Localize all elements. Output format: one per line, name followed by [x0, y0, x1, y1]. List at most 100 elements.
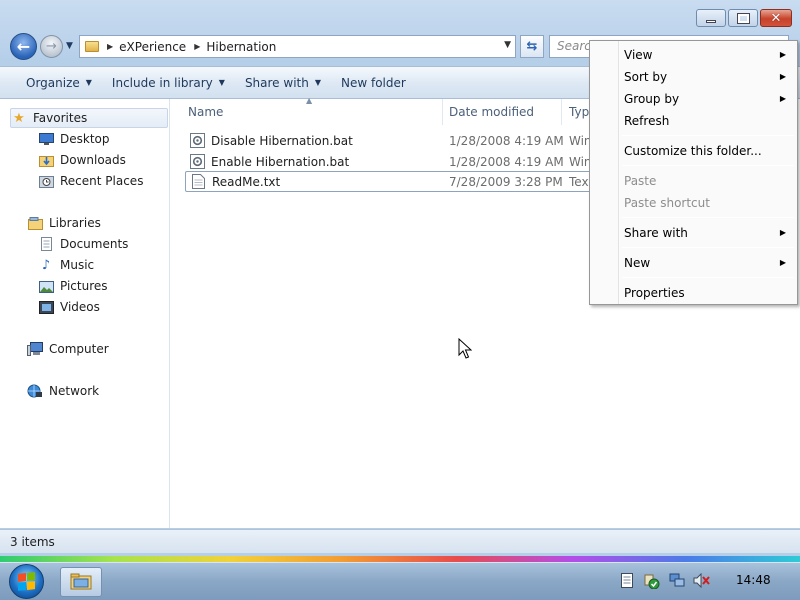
file-date-modified: 7/28/2009 3:28 PM [449, 174, 563, 189]
windows-logo-icon [18, 572, 35, 591]
nav-item-videos[interactable]: Videos [38, 297, 100, 317]
nav-item-desktop[interactable]: Desktop [38, 129, 110, 149]
network-icon [27, 383, 43, 399]
column-header-date-modified[interactable]: Date modified [442, 99, 562, 125]
nav-label: Favorites [33, 111, 88, 125]
menu-item-group-by[interactable]: Group by ▶ [624, 89, 794, 109]
pictures-icon [38, 278, 54, 294]
explorer-folder-icon [70, 572, 92, 593]
nav-item-recent-places[interactable]: Recent Places [38, 171, 143, 191]
document-tray-icon[interactable] [618, 572, 635, 589]
start-button[interactable] [9, 564, 44, 599]
chevron-right-icon[interactable]: ▶ [107, 42, 113, 51]
maximize-button[interactable] [728, 9, 758, 27]
downloads-folder-icon [38, 152, 54, 168]
videos-icon [38, 299, 54, 315]
nav-item-downloads[interactable]: Downloads [38, 150, 126, 170]
taskbar: 14:48 [0, 562, 800, 600]
minimize-icon [706, 19, 716, 23]
nav-label: Computer [49, 342, 109, 356]
organize-label: Organize [26, 75, 80, 90]
nav-label: Network [49, 384, 100, 398]
menu-item-refresh[interactable]: Refresh [624, 111, 794, 131]
new-folder-button[interactable]: New folder [331, 71, 416, 95]
column-header-name[interactable]: Name [181, 99, 443, 125]
star-icon: ★ [13, 110, 25, 126]
address-bar[interactable]: ▶ eXPerience ▶ Hibernation ▼ [79, 35, 516, 58]
libraries-icon [27, 215, 43, 231]
desktop-icon [38, 131, 54, 147]
nav-item-computer[interactable]: Computer [27, 339, 109, 359]
menu-label: Share with [624, 226, 688, 240]
organize-button[interactable]: Organize ▼ [16, 71, 102, 95]
nav-label: Desktop [60, 132, 110, 146]
nav-item-favorites[interactable]: ★ Favorites [10, 108, 168, 128]
menu-label: Refresh [624, 114, 670, 128]
breadcrumb-experience[interactable]: eXPerience [119, 40, 186, 54]
file-name: Enable Hibernation.bat [211, 154, 350, 169]
forward-button[interactable]: → [40, 35, 63, 58]
nav-label: Documents [60, 237, 129, 251]
new-folder-label: New folder [341, 75, 406, 90]
menu-label: New [624, 256, 651, 270]
submenu-arrow-icon: ▶ [779, 228, 786, 237]
menu-item-paste-shortcut[interactable]: Paste shortcut [624, 193, 794, 213]
menu-separator [622, 165, 794, 166]
batch-file-icon [189, 133, 205, 149]
file-date-modified: 1/28/2008 4:19 AM [449, 154, 564, 169]
navigation-pane: ★ Favorites Desktop Downloads Recent Plac… [0, 99, 170, 528]
mouse-cursor-icon [458, 338, 472, 359]
submenu-arrow-icon: ▶ [779, 50, 786, 59]
folder-icon [85, 41, 99, 52]
recent-places-icon [38, 173, 54, 189]
status-bar: 3 items [0, 529, 800, 553]
nav-item-libraries[interactable]: Libraries [27, 213, 101, 233]
share-with-button[interactable]: Share with ▼ [235, 71, 331, 95]
menu-label: Paste [624, 174, 657, 188]
nav-item-documents[interactable]: Documents [38, 234, 128, 254]
menu-label: Sort by [624, 70, 668, 84]
taskbar-clock[interactable]: 14:48 [736, 573, 771, 587]
include-in-library-button[interactable]: Include in library ▼ [102, 71, 235, 95]
menu-item-view[interactable]: View ▶ [624, 45, 794, 65]
chevron-down-icon: ▼ [218, 78, 225, 87]
file-row[interactable]: ReadMe.txt 7/28/2009 3:28 PM Text [185, 171, 605, 192]
menu-label: View [624, 48, 653, 62]
security-check-icon[interactable] [643, 572, 660, 589]
text-file-icon [190, 174, 206, 190]
volume-muted-icon[interactable] [693, 572, 710, 589]
chevron-right-icon[interactable]: ▶ [194, 42, 200, 51]
minimize-button[interactable] [696, 9, 726, 27]
recent-pages-dropdown[interactable]: ▼ [66, 41, 73, 51]
share-with-label: Share with [244, 75, 309, 90]
menu-label: Customize this folder... [624, 144, 762, 158]
taskbar-explorer-button[interactable] [60, 567, 102, 597]
refresh-button[interactable]: ⇆ [520, 35, 544, 58]
music-note-icon: ♪ [41, 257, 51, 273]
item-count: 3 items [10, 535, 55, 549]
file-name: Disable Hibernation.bat [211, 133, 353, 148]
nav-item-music[interactable]: ♪ Music [38, 255, 94, 275]
nav-item-pictures[interactable]: Pictures [38, 276, 108, 296]
menu-item-share-with[interactable]: Share with ▶ [624, 223, 794, 243]
network-tray-icon[interactable] [668, 572, 685, 589]
menu-label: Properties [624, 286, 685, 300]
menu-item-properties[interactable]: Properties [624, 283, 794, 303]
close-button[interactable]: ✕ [760, 9, 792, 27]
include-in-library-label: Include in library [111, 75, 213, 90]
menu-separator [622, 277, 794, 278]
back-button[interactable]: ← [10, 33, 37, 60]
nav-label: Videos [60, 300, 100, 314]
maximize-icon [736, 12, 750, 24]
menu-item-paste[interactable]: Paste [624, 171, 794, 191]
menu-separator [622, 247, 794, 248]
context-menu: View ▶ Sort by ▶ Group by ▶ Refresh Customi… [589, 40, 798, 305]
breadcrumb-hibernation[interactable]: Hibernation [206, 40, 276, 54]
address-dropdown-icon[interactable]: ▼ [504, 40, 511, 50]
menu-item-sort-by[interactable]: Sort by ▶ [624, 67, 794, 87]
computer-icon [27, 341, 43, 357]
nav-item-network[interactable]: Network [27, 381, 99, 401]
menu-item-customize-folder[interactable]: Customize this folder... [624, 141, 794, 161]
nav-label: Pictures [60, 279, 108, 293]
menu-item-new[interactable]: New ▶ [624, 253, 794, 273]
